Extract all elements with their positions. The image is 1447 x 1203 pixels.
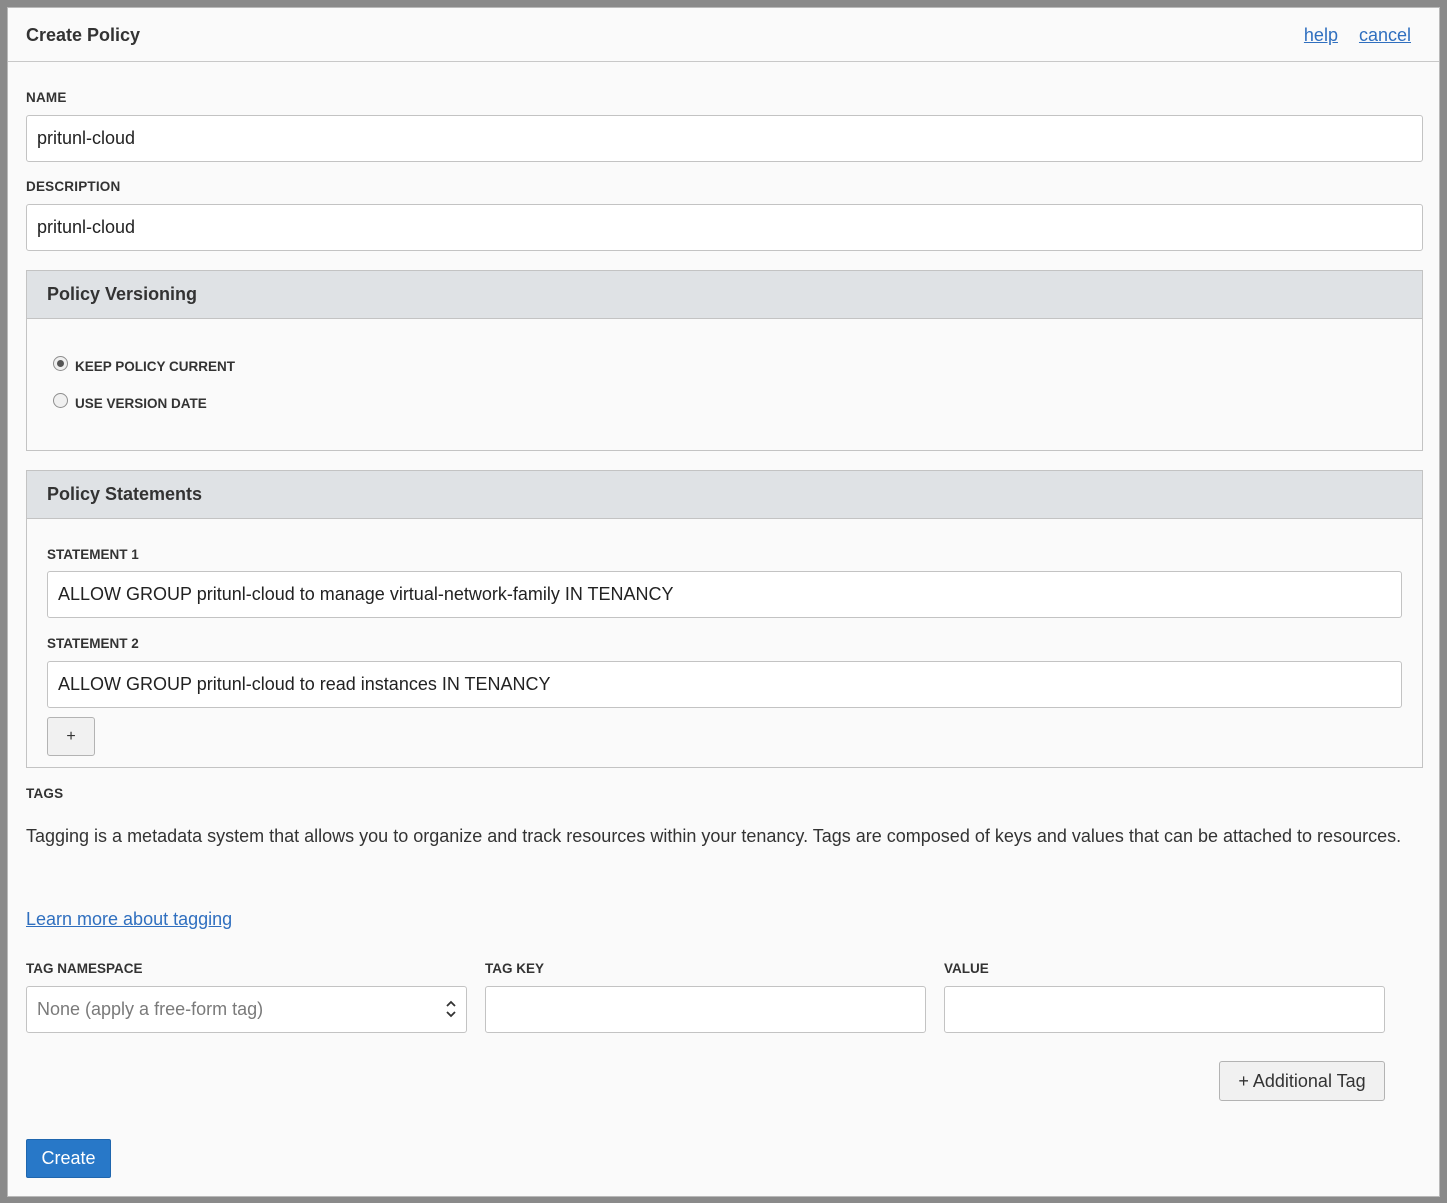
- statement-1-input[interactable]: ALLOW GROUP pritunl-cloud to manage virt…: [47, 571, 1402, 618]
- select-chevron-icon: [446, 1000, 456, 1018]
- create-policy-dialog: Create Policy help cancel NAME pritunl-c…: [7, 7, 1440, 1197]
- tags-description: Tagging is a metadata system that allows…: [26, 826, 1402, 846]
- add-statement-button[interactable]: +: [47, 717, 95, 756]
- policy-versioning-title: Policy Versioning: [27, 271, 1422, 319]
- radio-button-unchecked[interactable]: [53, 393, 68, 408]
- cancel-link[interactable]: cancel: [1359, 25, 1411, 45]
- statement-2-input[interactable]: ALLOW GROUP pritunl-cloud to read instan…: [47, 661, 1402, 708]
- tag-namespace-value: None (apply a free-form tag): [37, 999, 264, 1019]
- radio-button-checked[interactable]: [53, 356, 68, 371]
- header-links: help cancel: [1288, 25, 1411, 46]
- tag-value-label: VALUE: [944, 961, 989, 976]
- policy-statements-title: Policy Statements: [27, 471, 1422, 519]
- learn-more-tagging-link[interactable]: Learn more about tagging: [26, 909, 232, 930]
- name-input[interactable]: pritunl-cloud: [26, 115, 1423, 162]
- tag-key-input[interactable]: [485, 986, 926, 1033]
- description-input[interactable]: pritunl-cloud: [26, 204, 1423, 251]
- radio-label: USE VERSION DATE: [75, 396, 207, 411]
- tag-value-input[interactable]: [944, 986, 1385, 1033]
- policy-statements-panel: Policy Statements STATEMENT 1 ALLOW GROU…: [26, 470, 1423, 768]
- tag-namespace-label: TAG NAMESPACE: [26, 961, 143, 976]
- dialog-header: Create Policy help cancel: [8, 8, 1439, 62]
- statement-1-label: STATEMENT 1: [47, 547, 139, 562]
- dialog-title: Create Policy: [26, 25, 141, 45]
- tags-label: TAGS: [26, 786, 64, 801]
- statement-2-label: STATEMENT 2: [47, 636, 139, 651]
- radio-label: KEEP POLICY CURRENT: [75, 359, 236, 374]
- description-label: DESCRIPTION: [26, 179, 121, 194]
- create-button[interactable]: Create: [26, 1139, 111, 1178]
- help-link[interactable]: help: [1304, 25, 1338, 45]
- radio-use-version-date[interactable]: USE VERSION DATE: [53, 393, 207, 411]
- tag-key-label: TAG KEY: [485, 961, 545, 976]
- additional-tag-button[interactable]: + Additional Tag: [1219, 1061, 1385, 1101]
- policy-versioning-panel: Policy Versioning KEEP POLICY CURRENT US…: [26, 270, 1423, 451]
- radio-keep-policy-current[interactable]: KEEP POLICY CURRENT: [53, 356, 236, 374]
- tag-namespace-select[interactable]: None (apply a free-form tag): [26, 986, 467, 1033]
- name-label: NAME: [26, 90, 67, 105]
